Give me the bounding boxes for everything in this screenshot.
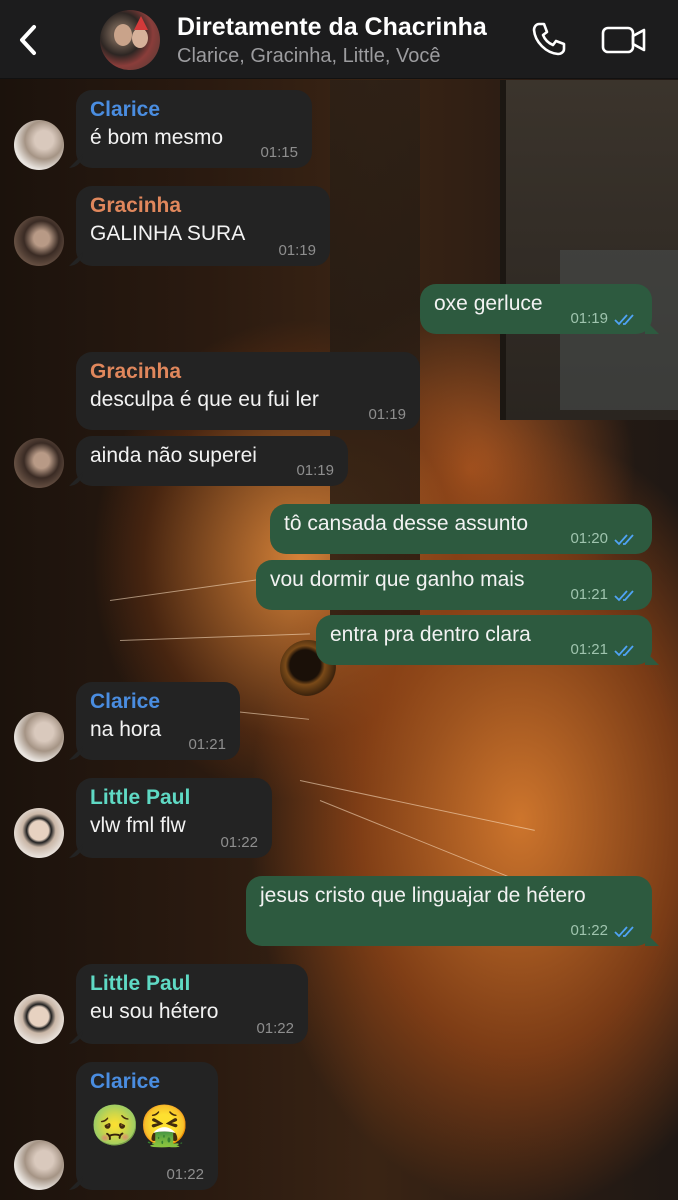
- group-avatar[interactable]: [100, 10, 160, 70]
- sender-name: Gracinha: [90, 194, 182, 217]
- message-bubble[interactable]: Clarice na hora 01:21: [76, 682, 240, 760]
- message-time: 01:22: [166, 1166, 204, 1183]
- chat-header: Diretamente da Chacrinha Clarice, Gracin…: [0, 0, 678, 79]
- message-text: jesus cristo que linguajar de hétero: [260, 884, 586, 907]
- message-text: GALINHA SURA: [90, 222, 246, 245]
- message-bubble[interactable]: ainda não superei 01:19: [76, 436, 348, 486]
- avatar-clarice[interactable]: [14, 712, 64, 762]
- message-text: desculpa é que eu fui ler: [90, 388, 319, 411]
- message-time: 01:22: [256, 1020, 294, 1037]
- chat-members[interactable]: Clarice, Gracinha, Little, Você: [177, 45, 440, 68]
- message-time: 01:20: [570, 530, 608, 547]
- avatar-gracinha[interactable]: [14, 438, 64, 488]
- message-bubble-outgoing[interactable]: oxe gerluce 01:19: [420, 284, 652, 334]
- message-text: vlw fml flw: [90, 814, 186, 837]
- double-check-icon: [614, 590, 634, 602]
- message-bubble-outgoing[interactable]: entra pra dentro clara 01:21: [316, 615, 652, 665]
- emoji-message: 🤢🤮: [90, 1104, 190, 1148]
- message-time: 01:19: [296, 462, 334, 479]
- avatar-gracinha[interactable]: [14, 216, 64, 266]
- message-time: 01:21: [570, 641, 608, 658]
- sender-name: Gracinha: [90, 360, 182, 383]
- message-bubble[interactable]: Gracinha desculpa é que eu fui ler 01:19: [76, 352, 420, 430]
- message-text: entra pra dentro clara: [330, 623, 531, 646]
- message-bubble[interactable]: Clarice 🤢🤮 01:22: [76, 1062, 218, 1190]
- message-bubble[interactable]: Little Paul eu sou hétero 01:22: [76, 964, 308, 1044]
- back-chevron-icon: [20, 25, 36, 55]
- message-text: é bom mesmo: [90, 126, 224, 149]
- message-time: 01:19: [570, 310, 608, 327]
- message-time: 01:19: [368, 406, 406, 423]
- message-bubble-outgoing[interactable]: tô cansada desse assunto 01:20: [270, 504, 652, 554]
- message-bubble[interactable]: Little Paul vlw fml flw 01:22: [76, 778, 272, 858]
- message-text: tô cansada desse assunto: [284, 512, 529, 535]
- double-check-icon: [614, 314, 634, 326]
- message-time: 01:21: [570, 586, 608, 603]
- message-bubble-outgoing[interactable]: jesus cristo que linguajar de hétero 01:…: [246, 876, 652, 946]
- double-check-icon: [614, 645, 634, 657]
- video-camera-icon: [601, 26, 646, 54]
- message-text: na hora: [90, 718, 162, 741]
- phone-icon: [532, 22, 566, 56]
- message-time: 01:15: [260, 144, 298, 161]
- message-bubble[interactable]: Gracinha GALINHA SURA 01:19: [76, 186, 330, 266]
- message-time: 01:21: [188, 736, 226, 753]
- message-text: eu sou hétero: [90, 1000, 219, 1023]
- video-call-button[interactable]: [600, 22, 648, 58]
- avatar-little-paul[interactable]: [14, 808, 64, 858]
- avatar-little-paul[interactable]: [14, 994, 64, 1044]
- message-time: 01:22: [220, 834, 258, 851]
- message-time: 01:22: [570, 922, 608, 939]
- message-bubble[interactable]: Clarice é bom mesmo 01:15: [76, 90, 312, 168]
- avatar-clarice[interactable]: [14, 120, 64, 170]
- double-check-icon: [614, 926, 634, 938]
- message-text: oxe gerluce: [434, 292, 543, 315]
- avatar-clarice[interactable]: [14, 1140, 64, 1190]
- back-button[interactable]: [14, 22, 44, 58]
- sender-name: Clarice: [90, 1070, 161, 1093]
- message-time: 01:19: [278, 242, 316, 259]
- message-bubble-outgoing[interactable]: vou dormir que ganho mais 01:21: [256, 560, 652, 610]
- sender-name: Little Paul: [90, 786, 191, 809]
- double-check-icon: [614, 534, 634, 546]
- message-text: ainda não superei: [90, 444, 257, 467]
- message-text: vou dormir que ganho mais: [270, 568, 525, 591]
- sender-name: Little Paul: [90, 972, 191, 995]
- voice-call-button[interactable]: [530, 20, 568, 58]
- sender-name: Clarice: [90, 98, 161, 121]
- sender-name: Clarice: [90, 690, 161, 713]
- chat-title[interactable]: Diretamente da Chacrinha: [177, 13, 487, 42]
